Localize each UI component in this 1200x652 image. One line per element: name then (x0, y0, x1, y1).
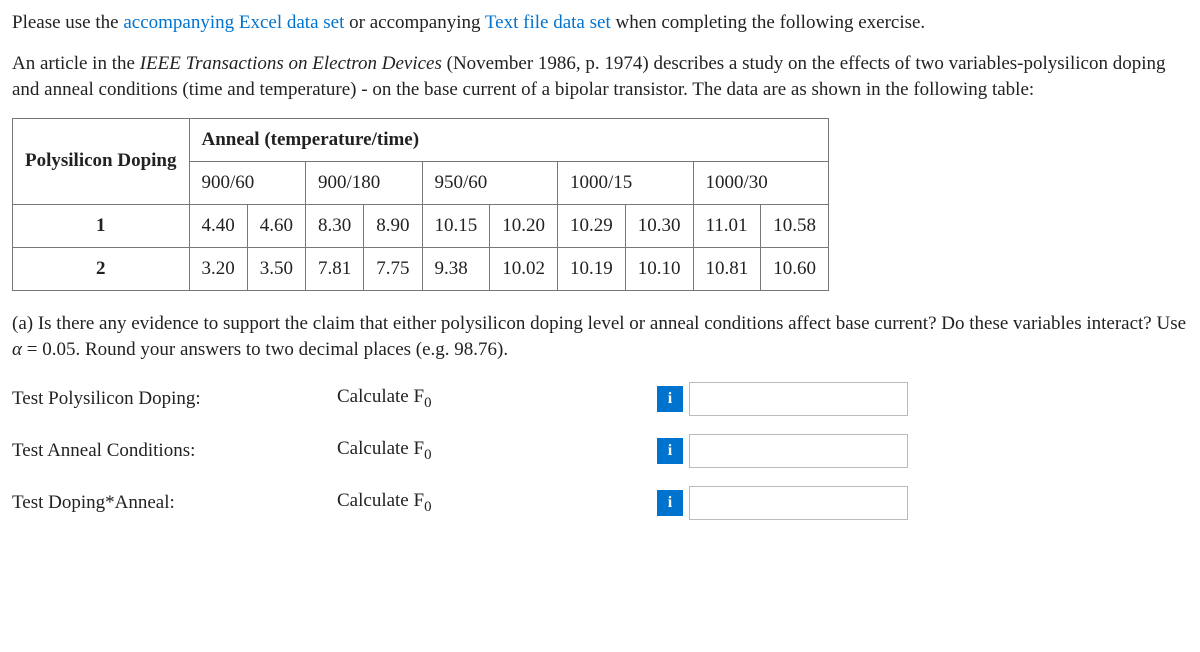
text-dataset-link[interactable]: Text file data set (485, 12, 611, 33)
cell: 3.50 (247, 247, 305, 290)
calc-anneal: Calculate F0 (337, 438, 657, 464)
input-doping[interactable] (689, 382, 908, 416)
info-icon[interactable]: i (657, 386, 683, 412)
qa-prefix: (a) Is there any evidence to support the… (12, 313, 1186, 334)
info-icon[interactable]: i (657, 490, 683, 516)
intro-mid: or accompanying (344, 12, 485, 33)
anneal-header: Anneal (temperature/time) (189, 118, 829, 161)
table-row: 2 3.20 3.50 7.81 7.75 9.38 10.02 10.19 1… (13, 247, 829, 290)
article-paragraph: An article in the IEEE Transactions on E… (12, 51, 1188, 104)
col-1000-30: 1000/30 (693, 161, 829, 204)
cell: 3.20 (189, 247, 247, 290)
alpha-symbol: α (12, 339, 22, 360)
intro-suffix: when completing the following exercise. (611, 12, 925, 33)
cell: 11.01 (693, 204, 761, 247)
cell: 8.30 (306, 204, 364, 247)
cell: 8.90 (364, 204, 422, 247)
cell: 10.20 (490, 204, 558, 247)
cell: 7.75 (364, 247, 422, 290)
cell: 9.38 (422, 247, 490, 290)
table-row: 1 4.40 4.60 8.30 8.90 10.15 10.20 10.29 … (13, 204, 829, 247)
cell: 4.40 (189, 204, 247, 247)
input-interaction[interactable] (689, 486, 908, 520)
input-anneal[interactable] (689, 434, 908, 468)
data-table: Polysilicon Doping Anneal (temperature/t… (12, 118, 829, 291)
cell: 4.60 (247, 204, 305, 247)
label-anneal: Test Anneal Conditions: (12, 440, 337, 462)
answer-row-interaction: Test Doping*Anneal: Calculate F0 i (12, 486, 1188, 520)
calc-interaction: Calculate F0 (337, 490, 657, 516)
col-1000-15: 1000/15 (558, 161, 694, 204)
col-900-60: 900/60 (189, 161, 306, 204)
cell: 10.19 (558, 247, 626, 290)
label-doping: Test Polysilicon Doping: (12, 388, 337, 410)
excel-dataset-link[interactable]: accompanying Excel data set (123, 12, 344, 33)
cell: 10.10 (625, 247, 693, 290)
cell: 10.15 (422, 204, 490, 247)
intro-prefix: Please use the (12, 12, 123, 33)
level-2: 2 (13, 247, 190, 290)
col-950-60: 950/60 (422, 161, 558, 204)
question-a: (a) Is there any evidence to support the… (12, 311, 1188, 364)
rowhead-doping: Polysilicon Doping (13, 118, 190, 204)
cell: 10.60 (761, 247, 829, 290)
cell: 10.02 (490, 247, 558, 290)
qa-eq: = 0.05 (22, 339, 75, 360)
info-icon[interactable]: i (657, 438, 683, 464)
cell: 7.81 (306, 247, 364, 290)
journal-name: IEEE Transactions on Electron Devices (140, 53, 442, 74)
cell: 10.29 (558, 204, 626, 247)
col-900-180: 900/180 (306, 161, 423, 204)
calc-doping: Calculate F0 (337, 386, 657, 412)
cell: 10.58 (761, 204, 829, 247)
level-1: 1 (13, 204, 190, 247)
qa-suffix: . Round your answers to two decimal plac… (75, 339, 508, 360)
article-prefix: An article in the (12, 53, 140, 74)
answer-row-doping: Test Polysilicon Doping: Calculate F0 i (12, 382, 1188, 416)
cell: 10.81 (693, 247, 761, 290)
intro-paragraph: Please use the accompanying Excel data s… (12, 10, 1188, 37)
cell: 10.30 (625, 204, 693, 247)
label-interaction: Test Doping*Anneal: (12, 492, 337, 514)
answer-row-anneal: Test Anneal Conditions: Calculate F0 i (12, 434, 1188, 468)
